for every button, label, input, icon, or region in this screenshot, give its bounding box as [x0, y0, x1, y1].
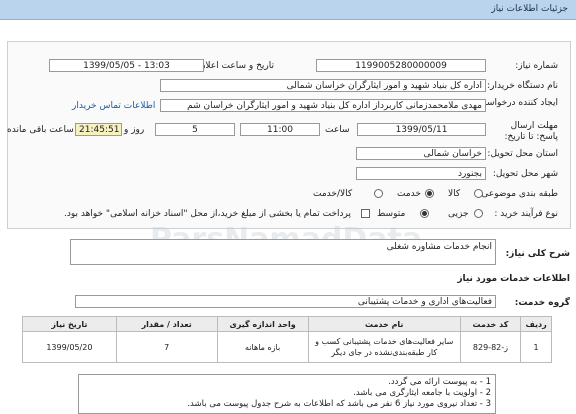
creator-field: مهدی ملامحمدزمانی کاربرداز اداره کل بنیا… [160, 99, 486, 112]
buyer-contact-link[interactable]: اطلاعات تماس خریدار [72, 101, 155, 111]
page-header: جزئیات اطلاعات نیاز [0, 0, 576, 20]
table-header-row: ردیف کد خدمت نام خدمت واحد اندازه گیری ت… [22, 316, 552, 332]
city-label: شهر محل تحویل: [492, 169, 558, 179]
remaining-time-label: ساعت باقی مانده [7, 125, 74, 135]
province-field: خراسان شمالی [356, 147, 486, 160]
service-group-label: گروه خدمت: [514, 298, 570, 308]
deadline-time-label: ساعت [325, 125, 350, 135]
category-service-label: خدمت [397, 189, 421, 199]
cell-need-date: 1399/05/20 [22, 331, 117, 363]
col-unit: واحد اندازه گیری [216, 316, 309, 332]
col-need-date: تاریخ نیاز [22, 316, 117, 332]
remaining-days-field: 5 [155, 123, 235, 136]
province-label: استان محل تحویل: [487, 149, 558, 159]
remaining-time-field: 21:45:51 [75, 123, 122, 136]
category-service-radio[interactable] [425, 189, 434, 198]
cell-quantity: 7 [115, 331, 218, 363]
cell-row: 1 [520, 331, 552, 363]
note-line: 1 - به پیوست ارائه می گردد. [388, 377, 491, 387]
category-label: طبقه بندی موضوعی: [478, 189, 558, 199]
buyer-org-label: نام دستگاه خریدار: [487, 81, 558, 91]
deadline-time-field: 11:00 [240, 123, 320, 136]
need-number-field: 1199005280000009 [316, 59, 486, 72]
category-goods-label: کالا [448, 189, 461, 199]
cell-service-code: ز-82-829 [459, 331, 522, 363]
col-service-name: نام خدمت [307, 316, 461, 332]
note-line: 3 - تعداد نیروی مورد نیاز 6 نفر می باشد … [187, 399, 491, 409]
process-medium-label: متوسط [377, 209, 406, 219]
process-label: نوع فرآیند خرید : [494, 209, 558, 219]
summary-label: شرح کلی نیاز: [505, 249, 570, 259]
process-minor-radio[interactable] [474, 209, 483, 218]
buyer-notes: 1 - به پیوست ارائه می گردد. 2 - اولویت ب… [78, 374, 496, 414]
deadline-date-field: 1399/05/11 [357, 123, 486, 136]
treasury-payment-checkbox[interactable] [361, 209, 370, 218]
cell-service-name: سایر فعالیت‌های خدمات پشتیبانی کسب و کار… [307, 331, 461, 363]
treasury-payment-note: پرداخت تمام یا بخشی از مبلغ خرید،از محل … [64, 209, 352, 219]
process-minor-label: جزیی [448, 209, 469, 219]
col-row: ردیف [520, 316, 552, 332]
page-title: جزئیات اطلاعات نیاز [491, 4, 568, 14]
category-both-radio[interactable] [374, 189, 383, 198]
city-field: بجنورد [356, 167, 486, 180]
remaining-days-label: روز و [124, 125, 145, 135]
table-row: 1 ز-82-829 سایر فعالیت‌های خدمات پشتیبان… [22, 331, 552, 363]
category-both-label: کالا/خدمت [313, 189, 353, 199]
summary-field: انجام خدمات مشاوره شغلی [70, 239, 496, 265]
col-service-code: کد خدمت [459, 316, 522, 332]
process-medium-radio[interactable] [420, 209, 429, 218]
services-table: ردیف کد خدمت نام خدمت واحد اندازه گیری ت… [22, 316, 552, 363]
need-number-label: شماره نیاز: [515, 61, 558, 71]
buyer-org-field: اداره کل بنیاد شهید و امور ایثارگران خرا… [160, 79, 486, 92]
note-line: 2 - اولویت با جامعه ایثارگری می باشد. [353, 388, 491, 398]
cell-unit: بازه ماهانه [216, 331, 309, 363]
col-quantity: تعداد / مقدار [115, 316, 218, 332]
services-info-title: اطلاعات خدمات مورد نیاز [457, 274, 570, 284]
announce-date-field: 1399/05/05 - 13:03 [49, 59, 204, 72]
category-goods-radio[interactable] [474, 189, 483, 198]
deadline-label: مهلت ارسال پاسخ: تا تاریخ: [504, 121, 558, 142]
service-group-field: فعالیت‌های اداری و خدمات پشتیبانی [75, 295, 496, 308]
creator-label: ایجاد کننده درخواست: [475, 98, 558, 108]
